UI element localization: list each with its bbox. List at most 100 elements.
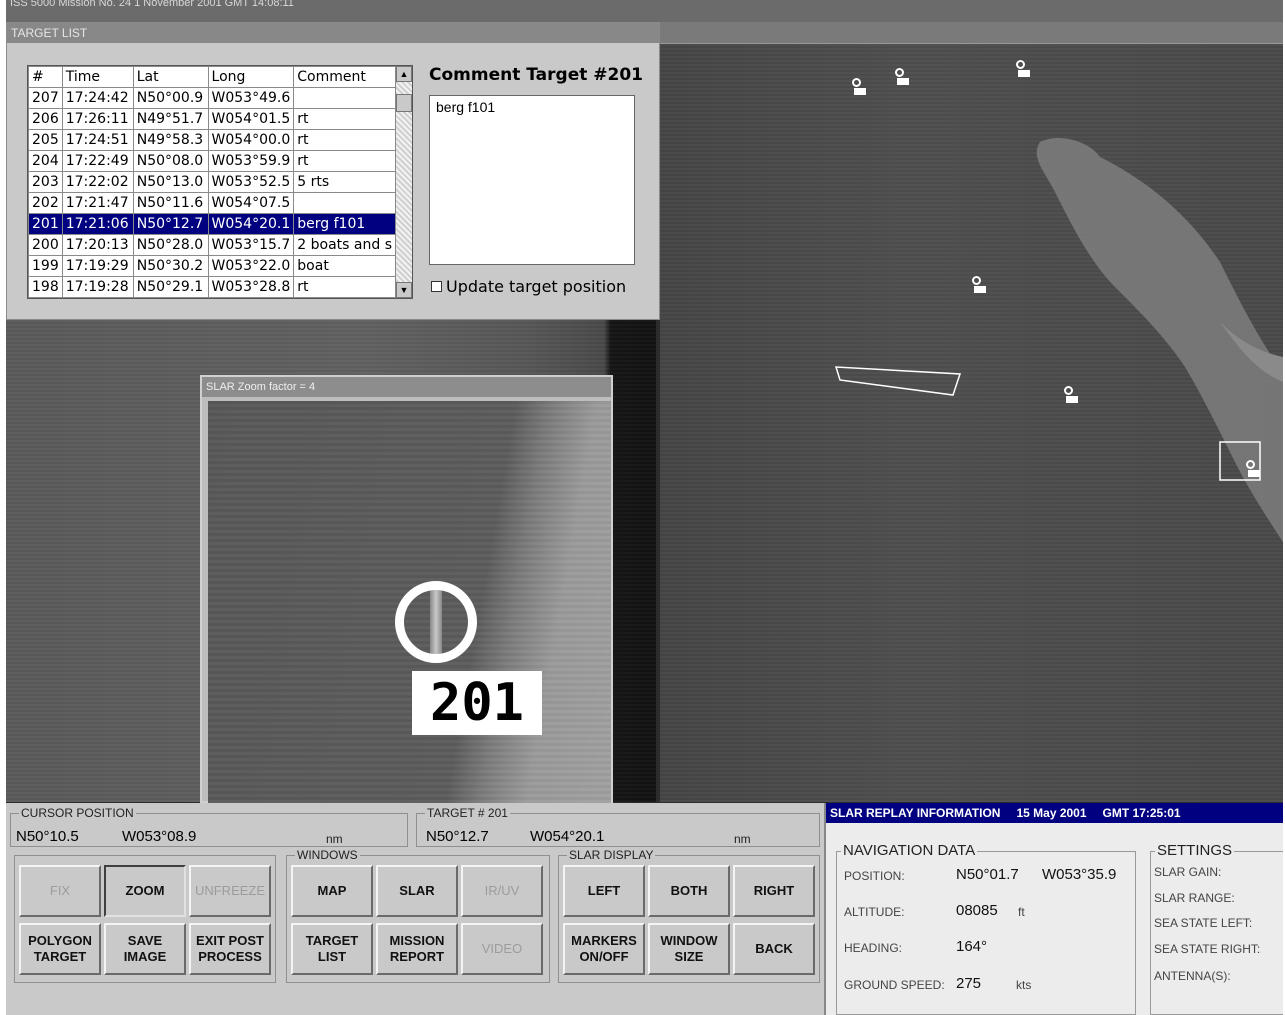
target-long: W054°20.1 (530, 828, 605, 845)
table-row[interactable]: 207 17:24:42 N50°00.9 W053°49.6 (28, 87, 396, 109)
navigation-data-title: NAVIGATION DATA (841, 842, 978, 859)
target-marker[interactable] (972, 276, 986, 293)
zoom-image[interactable]: 201 (208, 401, 611, 803)
altitude-label: ALTITUDE: (844, 905, 905, 919)
table-cell-comment: rt (293, 129, 396, 151)
table-cell-time: 17:21:06 (61, 213, 134, 235)
checkbox-icon[interactable] (431, 281, 442, 292)
table-cell-time: 17:24:42 (61, 87, 134, 109)
cursor-long: W053°08.9 (122, 828, 197, 845)
table-cell-time: 17:19:29 (61, 255, 134, 277)
table-cell-long: W053°59.9 (207, 150, 295, 172)
table-cell-lat: N50°13.0 (132, 171, 209, 193)
antennas-label: ANTENNA(S): (1154, 969, 1231, 983)
table-cell-lat: N50°11.6 (132, 192, 209, 214)
ground-speed-label: GROUND SPEED: (844, 978, 945, 992)
table-cell-lat: N49°58.3 (132, 129, 209, 151)
target-list-title: TARGET LIST (7, 23, 659, 43)
table-row[interactable]: 206 17:26:11 N49°51.7 W054°01.5 rt (28, 108, 396, 130)
slar-range-label: SLAR RANGE: (1154, 891, 1235, 905)
table-row[interactable]: 199 17:19:29 N50°30.2 W053°22.0 boat (28, 255, 396, 277)
table-header-row: # Time Lat Long Comment (28, 66, 396, 88)
scroll-thumb[interactable] (396, 94, 412, 112)
unfreeze-button[interactable]: UNFREEZE (189, 865, 271, 917)
table-cell-comment: rt (293, 150, 396, 172)
control-panel: CURSOR POSITION N50°10.5 W053°08.9 nm TA… (6, 803, 824, 1015)
comment-textarea[interactable]: berg f101 (429, 95, 635, 265)
target-list-window: TARGET LIST # Time Lat Long Comment 207 1… (6, 22, 660, 320)
table-cell-lat: N50°30.2 (132, 255, 209, 277)
right-button[interactable]: RIGHT (733, 865, 815, 917)
polygon-target (834, 366, 962, 396)
back-button[interactable]: BACK (733, 923, 815, 975)
column-header-long[interactable]: Long (207, 66, 295, 88)
column-header-time[interactable]: Time (61, 66, 134, 88)
table-cell-time: 17:20:13 (61, 234, 134, 256)
slar-button[interactable]: SLAR (376, 865, 458, 917)
table-row[interactable]: 202 17:21:47 N50°11.6 W054°07.5 (28, 192, 396, 214)
target-table[interactable]: # Time Lat Long Comment 207 17:24:42 N50°0… (27, 65, 413, 299)
table-cell-long: W054°00.0 (207, 129, 295, 151)
slar-replay-panel: SLAR REPLAY INFORMATION 15 May 2001 GMT 17… (824, 803, 1283, 1015)
table-cell-id: 202 (28, 192, 63, 214)
heading-label: HEADING: (844, 941, 903, 955)
altitude-unit: ft (1018, 905, 1025, 919)
update-position-checkbox[interactable]: Update target position (431, 277, 626, 296)
table-row[interactable]: 205 17:24:51 N49°58.3 W054°00.0 rt (28, 129, 396, 151)
map-button[interactable]: MAP (291, 865, 373, 917)
replay-date: 15 May 2001 (1016, 806, 1087, 820)
column-header-comment[interactable]: Comment (293, 66, 396, 88)
target-marker[interactable] (1246, 460, 1260, 477)
table-cell-comment: 5 rts (293, 171, 396, 193)
polygon-target-button[interactable]: POLYGON TARGET (19, 923, 101, 975)
position-label: POSITION: (844, 869, 905, 883)
target-marker[interactable] (1064, 386, 1078, 403)
table-row[interactable]: 203 17:22:02 N50°13.0 W053°52.5 5 rts (28, 171, 396, 193)
column-header-id[interactable]: # (28, 66, 63, 88)
window-size-button[interactable]: WINDOW SIZE (648, 923, 730, 975)
column-header-lat[interactable]: Lat (132, 66, 209, 88)
save-image-button[interactable]: SAVE IMAGE (104, 923, 186, 975)
zoom-button[interactable]: ZOOM (104, 865, 186, 917)
both-button[interactable]: BOTH (648, 865, 730, 917)
position-long: W053°35.9 (1042, 866, 1117, 883)
video-button[interactable]: VIDEO (461, 923, 543, 975)
left-button[interactable]: LEFT (563, 865, 645, 917)
table-row[interactable]: 198 17:19:28 N50°29.1 W053°28.8 rt (28, 276, 396, 298)
table-row[interactable]: 201 17:21:06 N50°12.7 W054°20.1 berg f101 (28, 213, 396, 235)
ir-uv-button[interactable]: IR/UV (461, 865, 543, 917)
table-cell-long: W053°52.5 (207, 171, 295, 193)
table-cell-time: 17:22:49 (61, 150, 134, 172)
update-position-label: Update target position (446, 277, 627, 296)
scroll-down-icon[interactable]: ▼ (396, 282, 412, 298)
title-text: ISS 5000 Mission No. 24 1 November 2001 … (10, 0, 294, 9)
markers-on-off-button[interactable]: MARKERS ON/OFF (563, 923, 645, 975)
table-cell-long: W053°28.8 (207, 276, 295, 298)
table-cell-lat: N50°08.0 (132, 150, 209, 172)
table-cell-id: 207 (28, 87, 63, 109)
table-cell-lat: N49°51.7 (132, 108, 209, 130)
slar-image-right[interactable] (660, 22, 1283, 802)
mission-report-button[interactable]: MISSION REPORT (376, 923, 458, 975)
target-marker[interactable] (895, 68, 909, 85)
table-cell-comment (293, 87, 396, 109)
target-circle-icon[interactable] (395, 581, 477, 663)
landmass (834, 137, 1283, 542)
table-cell-long: W053°49.6 (207, 87, 295, 109)
table-cell-comment: rt (293, 276, 396, 298)
sea-state-left-label: SEA STATE LEFT: (1154, 916, 1253, 930)
table-cell-id: 204 (28, 150, 63, 172)
target-marker[interactable] (1016, 60, 1030, 77)
target-list-button[interactable]: TARGET LIST (291, 923, 373, 975)
fix-button[interactable]: FIX (19, 865, 101, 917)
position-lat: N50°01.7 (956, 866, 1019, 883)
target-marker[interactable] (852, 78, 866, 95)
table-row[interactable]: 204 17:22:49 N50°08.0 W053°59.9 rt (28, 150, 396, 172)
table-row[interactable]: 200 17:20:13 N50°28.0 W053°15.7 2 boats and … (28, 234, 396, 256)
target-list-scrollbar[interactable]: ▲ ▼ (395, 66, 412, 298)
target-unit: nm (734, 832, 751, 846)
exit-post-process-button[interactable]: EXIT POST PROCESS (189, 923, 271, 975)
table-cell-long: W054°01.5 (207, 108, 295, 130)
replay-header: SLAR REPLAY INFORMATION 15 May 2001 GMT 17… (826, 803, 1283, 823)
scroll-up-icon[interactable]: ▲ (396, 66, 412, 82)
